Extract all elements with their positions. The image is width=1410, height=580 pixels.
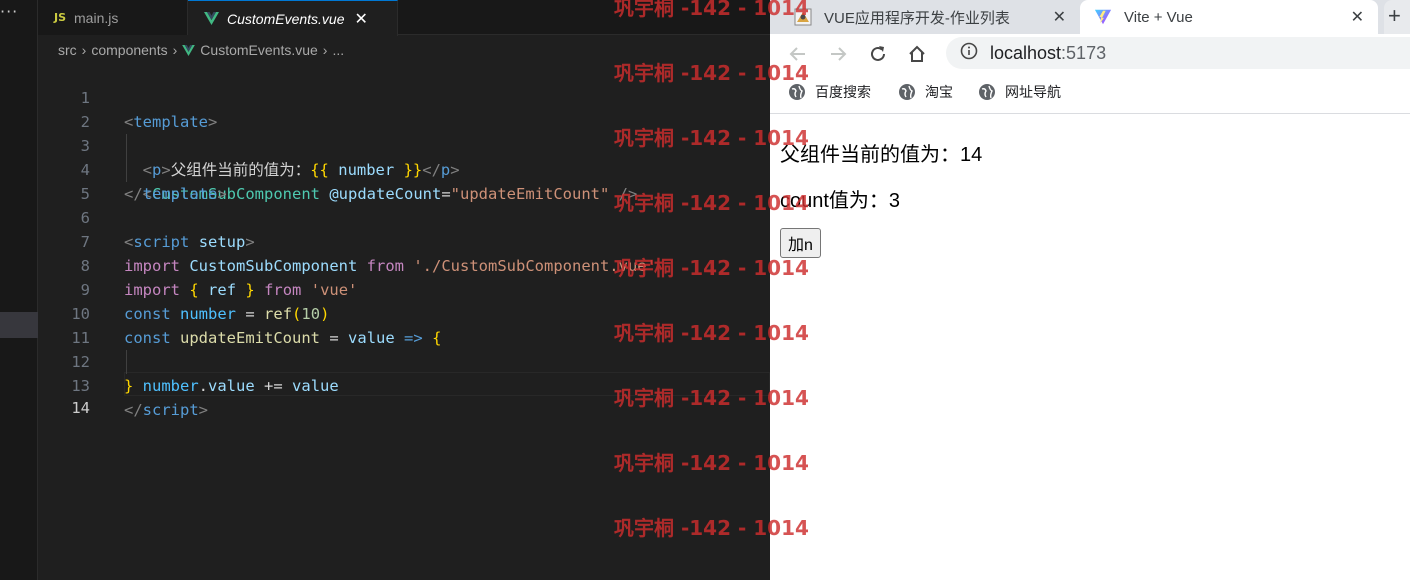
url-text: localhost:5173: [990, 43, 1106, 64]
breadcrumb: src › components › CustomEvents.vue › ..…: [58, 38, 344, 62]
tab-main-js[interactable]: JS main.js: [38, 0, 188, 35]
code-line: 8 import { ref } from 'vue': [38, 230, 770, 299]
new-tab-button[interactable]: +: [1384, 0, 1410, 34]
globe-icon: [898, 83, 916, 101]
globe-icon: [788, 83, 806, 101]
parent-value-text: 父组件当前的值为：14: [780, 144, 983, 166]
add-n-button[interactable]: 加n: [780, 228, 821, 258]
code-line-current: 14: [38, 372, 770, 417]
code-line: 3 <CustomSubComponent @updateCount="upda…: [38, 110, 770, 203]
browser-window: VUE应用程序开发-作业列表 ✕ Vite + Vue ✕ + localhos…: [770, 0, 1410, 580]
info-icon[interactable]: [960, 42, 978, 65]
bookmarks-bar: 百度搜索 淘宝 网址导航: [770, 72, 1410, 114]
bookmark-label: 淘宝: [925, 84, 953, 100]
reload-icon[interactable]: [864, 40, 892, 68]
page-content: 父组件当前的值为：14 count值为：3 加n: [770, 115, 1410, 580]
vscode-window: ··· JS main.js CustomEvents.vue ✕ src › …: [0, 0, 770, 580]
tab-custom-events-vue[interactable]: CustomEvents.vue ✕: [188, 0, 398, 36]
url-host: localhost: [990, 42, 1062, 63]
site-favicon-icon: [794, 8, 812, 26]
chevron-right-icon: ›: [322, 42, 328, 58]
vue-file-icon: [204, 12, 219, 25]
browser-toolbar: localhost:5173: [770, 34, 1410, 72]
url-port: :5173: [1061, 42, 1107, 63]
code-line: 1 <template>: [38, 62, 770, 131]
more-actions-icon[interactable]: ···: [0, 2, 20, 21]
bookmark-taobao[interactable]: 淘宝: [898, 82, 953, 102]
code-line: 4 </template>: [38, 134, 770, 203]
browser-tab-strip: VUE应用程序开发-作业列表 ✕ Vite + Vue ✕ +: [770, 0, 1410, 34]
code-line: 9 const number = ref(10): [38, 254, 770, 323]
forward-arrow-icon[interactable]: [824, 40, 852, 68]
code-text: </script>: [124, 401, 209, 419]
breadcrumb-item[interactable]: CustomEvents.vue: [200, 42, 318, 58]
close-icon[interactable]: ✕: [1351, 7, 1364, 27]
breadcrumb-item[interactable]: src: [58, 42, 77, 58]
activity-bar-selected-item[interactable]: [0, 312, 38, 338]
close-icon[interactable]: ✕: [1053, 7, 1066, 27]
code-line: 7 import CustomSubComponent from './Cust…: [38, 206, 770, 275]
chevron-right-icon: ›: [172, 42, 178, 58]
breadcrumb-item[interactable]: ...: [332, 42, 344, 58]
code-line: 11 number.value += value: [38, 302, 770, 395]
code-line: 6 <script setup>: [38, 182, 770, 251]
code-line: 12 }: [38, 326, 770, 395]
code-line: 13 </script>: [38, 350, 770, 419]
chevron-right-icon: ›: [81, 42, 87, 58]
breadcrumb-item[interactable]: components: [91, 42, 167, 58]
bookmark-label: 网址导航: [1005, 84, 1061, 100]
code-line: 2 <p>父组件当前的值为：{{ number }}</p>: [38, 86, 770, 179]
address-bar[interactable]: localhost:5173: [946, 37, 1410, 69]
bookmark-label: 百度搜索: [815, 84, 871, 100]
bookmark-baidu[interactable]: 百度搜索: [788, 82, 871, 102]
browser-tab-title: Vite + Vue: [1124, 8, 1193, 26]
tab-label: main.js: [74, 9, 119, 26]
browser-tab-title: VUE应用程序开发-作业列表: [824, 9, 1010, 27]
code-editor[interactable]: 1 <template> 2 <p>父组件当前的值为：{{ number }}<…: [38, 62, 770, 580]
editor-tab-bar: JS main.js CustomEvents.vue ✕: [38, 0, 770, 36]
browser-tab-homework[interactable]: VUE应用程序开发-作业列表 ✕: [770, 0, 1080, 34]
globe-icon: [978, 83, 996, 101]
code-line: 10 const updateEmitCount = value => {: [38, 278, 770, 347]
back-arrow-icon[interactable]: [784, 40, 812, 68]
vite-logo-icon: [1094, 8, 1112, 26]
line-number: 14: [71, 399, 90, 417]
tab-label: CustomEvents.vue: [227, 10, 345, 27]
close-icon[interactable]: ✕: [355, 9, 368, 29]
bookmark-url-nav[interactable]: 网址导航: [978, 82, 1061, 102]
count-value-text: count值为：3: [780, 190, 901, 212]
vue-file-icon: [182, 44, 196, 56]
browser-tab-vite-vue[interactable]: Vite + Vue ✕: [1080, 0, 1378, 34]
javascript-file-icon: JS: [54, 11, 67, 24]
code-line: 5: [38, 158, 770, 203]
home-icon[interactable]: [903, 40, 931, 68]
activity-bar: ···: [0, 0, 38, 580]
